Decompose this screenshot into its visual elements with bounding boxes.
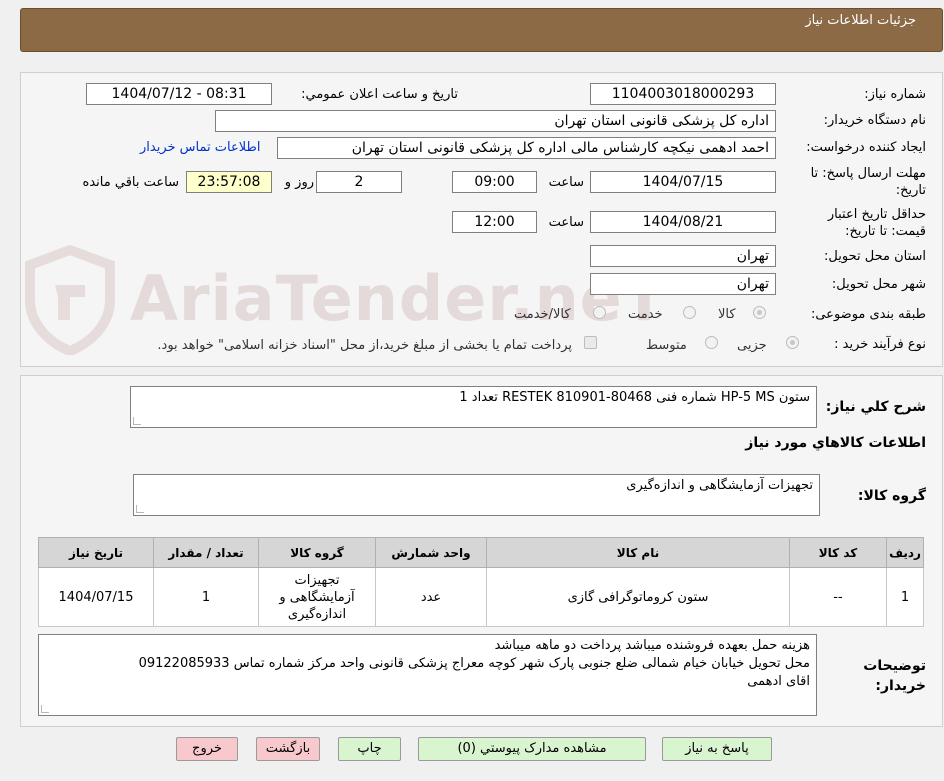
city-label: شهر محل تحویل:	[831, 277, 926, 292]
buyer-org-label: نام دستگاه خریدار:	[823, 113, 926, 128]
cell-unit: عدد	[375, 567, 487, 627]
cell-name: ستون کروماتوگرافی گازی	[486, 567, 790, 627]
validity-time-field: 12:00	[452, 211, 537, 233]
treasury-payment-checkbox[interactable]	[584, 336, 597, 349]
table-row: 1 -- ستون کروماتوگرافی گازی عدد تجهیزات …	[38, 567, 924, 627]
purchase-type-label: نوع فرآیند خرید :	[834, 337, 926, 352]
notes-label-line1: توضیحات	[863, 658, 926, 674]
summary-textarea: ستون HP-5 MS شماره فنی RESTEK 810901-804…	[130, 386, 817, 428]
summary-text: ستون HP-5 MS شماره فنی RESTEK 810901-804…	[459, 390, 810, 405]
province-field: تهران	[590, 245, 776, 267]
col-header-row: ردیف	[886, 537, 924, 568]
validity-date-field: 1404/08/21	[590, 211, 776, 233]
category-goods-service-label: کالا/خدمت	[514, 307, 571, 322]
exit-button[interactable]: خروج	[176, 737, 238, 761]
buyer-contact-link[interactable]: اطلاعات تماس خریدار	[140, 140, 260, 155]
notes-line-1: هزینه حمل بعهده فروشنده میباشد پرداخت دو…	[494, 638, 810, 653]
city-field: تهران	[590, 273, 776, 295]
remaining-label: ساعت باقي مانده	[82, 175, 179, 190]
notes-label-line2: خریدار:	[875, 678, 926, 694]
purchase-minor-radio[interactable]	[786, 336, 799, 349]
days-label: روز و	[284, 175, 314, 190]
need-number-field: 1104003018000293	[590, 83, 776, 105]
col-header-unit: واحد شمارش	[375, 537, 487, 568]
validity-time-label: ساعت	[548, 215, 584, 230]
category-label: طبقه بندی موضوعی:	[810, 307, 926, 322]
items-table: ردیف کد کالا نام کالا واحد شمارش گروه کا…	[38, 537, 924, 627]
announce-label: تاریخ و ساعت اعلان عمومي:	[301, 87, 458, 102]
deadline-time-label: ساعت	[548, 175, 584, 190]
watermark-logo	[20, 244, 120, 357]
summary-label: شرح کلي نیاز:	[825, 399, 926, 415]
reply-to-need-button[interactable]: پاسخ به نیاز	[662, 737, 772, 761]
resize-grip-icon[interactable]	[136, 505, 144, 513]
category-service-radio[interactable]	[683, 306, 696, 319]
table-header-row: ردیف کد کالا نام کالا واحد شمارش گروه کا…	[38, 537, 924, 568]
view-attachments-button[interactable]: مشاهده مدارک پیوستي (0)	[418, 737, 646, 761]
notes-line-2: محل تحویل خیابان خیام شمالی ضلع جنوبی پا…	[138, 656, 810, 671]
col-header-group: گروه کالا	[258, 537, 376, 568]
notes-label: توضیحات خریدار:	[863, 656, 926, 696]
back-button[interactable]: بازگشت	[256, 737, 320, 761]
validity-label: حداقل تاریخ اعتبار قیمت: تا تاریخ:	[827, 207, 926, 239]
cell-row: 1	[886, 567, 924, 627]
need-number-label: شماره نیاز:	[864, 87, 926, 102]
category-goods-service-radio[interactable]	[593, 306, 606, 319]
buyer-org-field: اداره کل پزشکی قانونی استان تهران	[215, 110, 776, 132]
province-label: استان محل تحویل:	[824, 249, 926, 264]
purchase-medium-label: متوسط	[646, 338, 687, 353]
category-goods-label: کالا	[718, 307, 736, 322]
goods-section-title: اطلاعات کالاهاي مورد نیاز	[745, 435, 926, 451]
cell-code: --	[789, 567, 887, 627]
deadline-time-field: 09:00	[452, 171, 537, 193]
payment-note: پرداخت تمام یا بخشی از مبلغ خرید،از محل …	[157, 338, 572, 353]
cell-qty: 1	[153, 567, 259, 627]
announce-field: 1404/07/12 - 08:31	[86, 83, 272, 105]
goods-group-text: تجهیزات آزمایشگاهی و اندازه‌گیری	[626, 478, 813, 493]
col-header-date: تاریخ نیاز	[38, 537, 154, 568]
category-service-label: خدمت	[628, 307, 663, 322]
cell-date: 1404/07/15	[38, 567, 154, 627]
deadline-date-field: 1404/07/15	[590, 171, 776, 193]
goods-group-label: گروه کالا:	[857, 488, 926, 504]
purchase-medium-radio[interactable]	[705, 336, 718, 349]
col-header-code: کد کالا	[789, 537, 887, 568]
notes-line-3: اقای ادهمی	[747, 674, 810, 689]
purchase-minor-label: جزیی	[737, 338, 767, 353]
notes-textarea: هزینه حمل بعهده فروشنده میباشد پرداخت دو…	[38, 634, 817, 716]
deadline-label: مهلت ارسال پاسخ: تا تاریخ:	[810, 166, 926, 198]
col-header-name: نام کالا	[486, 537, 790, 568]
requester-field: احمد ادهمی نیکچه کارشناس مالی اداره کل پ…	[277, 137, 776, 159]
remaining-time-field: 23:57:08	[186, 171, 272, 193]
category-goods-radio[interactable]	[753, 306, 766, 319]
print-button[interactable]: چاپ	[338, 737, 401, 761]
resize-grip-icon[interactable]	[133, 417, 141, 425]
requester-label: ایجاد کننده درخواست:	[806, 140, 926, 155]
resize-grip-icon[interactable]	[41, 705, 49, 713]
cell-group: تجهیزات آزمایشگاهی و اندازه‌گیری	[258, 567, 376, 627]
goods-group-textarea: تجهیزات آزمایشگاهی و اندازه‌گیری	[133, 474, 820, 516]
col-header-qty: تعداد / مقدار	[153, 537, 259, 568]
watermark-text: AriaTender.neT	[130, 262, 667, 335]
page-title: جزئیات اطلاعات نیاز	[805, 13, 916, 28]
days-field: 2	[316, 171, 402, 193]
